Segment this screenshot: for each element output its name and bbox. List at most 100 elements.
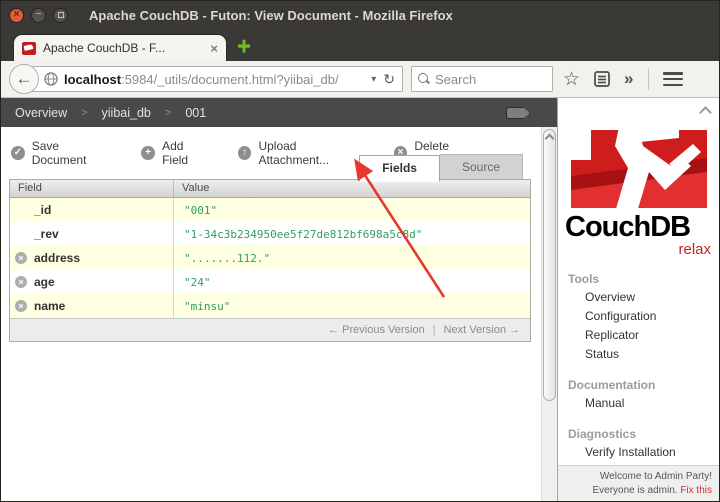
table-row[interactable]: × name "minsu" [10, 294, 530, 318]
table-row[interactable]: × age "24" [10, 270, 530, 294]
next-version-link[interactable]: Next Version → [444, 324, 520, 336]
sidebar-toggle-icon[interactable] [506, 107, 530, 119]
sidebar-item-configuration[interactable]: Configuration [558, 307, 719, 326]
window-minimize-button[interactable]: − [31, 7, 46, 23]
save-document-button[interactable]: ✓ Save Document [11, 139, 115, 167]
footer-line2: Everyone is admin. [592, 484, 678, 496]
sidebar-section-tools: Tools Overview Configuration Replicator … [558, 268, 719, 364]
upload-arrow-icon: ↑ [237, 146, 252, 160]
field-value[interactable]: "1-34c3b234950ee5f27de812bf698a5c8d" [184, 228, 422, 241]
field-name: age [34, 275, 55, 289]
close-icon: × [13, 9, 20, 20]
table-row[interactable]: _rev "1-34c3b234950ee5f27de812bf698a5c8d… [10, 222, 530, 246]
maximize-icon [57, 12, 64, 18]
url-dropdown-icon[interactable]: ▾ [367, 74, 380, 85]
url-bar[interactable]: localhost:5984/_utils/document.html?yiib… [31, 66, 403, 92]
browser-tab[interactable]: Apache CouchDB - F... × [13, 34, 227, 61]
previous-version-link[interactable]: ← Previous Version [328, 324, 425, 336]
breadcrumb-separator: > [164, 106, 172, 119]
version-pagination: ← Previous Version | Next Version → [10, 318, 530, 341]
url-host: localhost [64, 71, 122, 87]
document-view: ✓ Save Document + Add Field ↑ Upload Att… [1, 127, 541, 501]
sidebar-section-diagnostics: Diagnostics Verify Installation [558, 423, 719, 462]
table-row[interactable]: _id "001" [10, 198, 530, 222]
couchdb-logo: CouchDB relax [565, 120, 713, 258]
menu-hamburger-icon[interactable] [662, 72, 683, 86]
bookmarks-menu-icon[interactable] [594, 70, 610, 88]
reload-icon[interactable]: ↻ [380, 71, 398, 88]
upload-attachment-label: Upload Attachment... [258, 139, 330, 167]
delete-field-icon[interactable]: × [15, 252, 27, 264]
vertical-scrollbar[interactable] [541, 127, 557, 501]
tab-fields[interactable]: Fields [359, 155, 440, 182]
table-header: Field Value [10, 180, 530, 198]
sidebar-collapse-icon[interactable] [701, 106, 710, 115]
url-text[interactable]: localhost:5984/_utils/document.html?yiib… [64, 72, 367, 87]
save-document-label: Save Document [31, 139, 87, 167]
footer-line1: Welcome to Admin Party! [599, 471, 712, 482]
logo-subtitle: relax [678, 241, 711, 258]
title-bar: × − Apache CouchDB - Futon: View Documen… [1, 1, 719, 29]
breadcrumb-document[interactable]: 001 [185, 106, 206, 120]
add-field-button[interactable]: + Add Field [141, 139, 211, 167]
delete-field-icon[interactable]: × [15, 300, 27, 312]
field-name: _rev [34, 227, 59, 241]
window-title: Apache CouchDB - Futon: View Document - … [89, 7, 453, 23]
sidebar-item-manual[interactable]: Manual [558, 394, 719, 413]
firefox-window: × − Apache CouchDB - Futon: View Documen… [0, 0, 720, 502]
breadcrumb-overview[interactable]: Overview [15, 106, 67, 120]
window-maximize-button[interactable] [53, 7, 68, 23]
futon-sidebar: CouchDB relax Tools Overview Configurati… [557, 98, 719, 501]
tab-title: Apache CouchDB - F... [43, 41, 166, 55]
field-value[interactable]: "001" [184, 204, 217, 217]
delete-field-icon[interactable]: × [15, 276, 27, 288]
sidebar-section-documentation: Documentation Manual [558, 374, 719, 413]
field-name: address [34, 251, 81, 265]
minimize-icon: − [35, 9, 42, 20]
fields-table: Field Value _id "001" _rev "1-34c3b23495… [9, 179, 531, 342]
tab-source[interactable]: Source [439, 154, 523, 181]
field-name: name [34, 299, 66, 313]
column-header-field: Field [10, 180, 174, 197]
table-row[interactable]: × address ".......112." [10, 246, 530, 270]
field-value[interactable]: "minsu" [184, 300, 230, 313]
tab-close-icon[interactable]: × [210, 41, 218, 56]
fix-this-link[interactable]: Fix this [680, 485, 712, 496]
sidebar-item-status[interactable]: Status [558, 345, 719, 364]
section-title: Diagnostics [568, 426, 637, 441]
breadcrumb-separator: > [81, 106, 88, 119]
couchdb-favicon-icon [22, 41, 36, 55]
search-input[interactable] [435, 71, 546, 87]
breadcrumb: Overview > yiibai_db > 001 [1, 98, 557, 127]
add-plus-icon: + [141, 146, 156, 160]
breadcrumb-database[interactable]: yiibai_db [102, 106, 151, 120]
view-tabs: Fields Source [359, 154, 523, 182]
section-title: Tools [568, 271, 600, 286]
section-title: Documentation [568, 377, 656, 392]
logo-title: CouchDB [565, 211, 691, 243]
globe-icon [44, 72, 58, 86]
column-header-value: Value [182, 182, 210, 194]
admin-party-footer: Welcome to Admin Party! Everyone is admi… [558, 465, 719, 501]
search-bar[interactable] [411, 66, 553, 92]
save-check-icon: ✓ [11, 146, 25, 160]
sidebar-item-overview[interactable]: Overview [558, 288, 719, 307]
field-value[interactable]: "24" [184, 276, 211, 289]
tab-bar: Apache CouchDB - F... × + [1, 29, 719, 61]
scroll-up-icon [544, 133, 555, 144]
back-button[interactable]: ← [9, 64, 39, 94]
url-path: :5984/_utils/document.html?yiibai_db/ [121, 71, 339, 87]
overflow-chevrons-icon[interactable]: » [624, 69, 633, 89]
bookmark-star-icon[interactable]: ☆ [563, 70, 580, 89]
sidebar-item-replicator[interactable]: Replicator [558, 326, 719, 345]
upload-attachment-button[interactable]: ↑ Upload Attachment... [237, 139, 368, 167]
scrollbar-thumb[interactable] [543, 129, 556, 401]
couchdb-couch-icon [571, 122, 707, 212]
pagination-separator: | [432, 324, 436, 336]
field-value[interactable]: ".......112." [184, 252, 270, 265]
navigation-toolbar: ← localhost:5984/_utils/document.html?yi… [1, 61, 719, 98]
new-tab-button[interactable]: + [237, 35, 251, 59]
search-icon [418, 73, 430, 85]
sidebar-item-verify-installation[interactable]: Verify Installation [558, 443, 719, 462]
window-close-button[interactable]: × [9, 7, 24, 23]
